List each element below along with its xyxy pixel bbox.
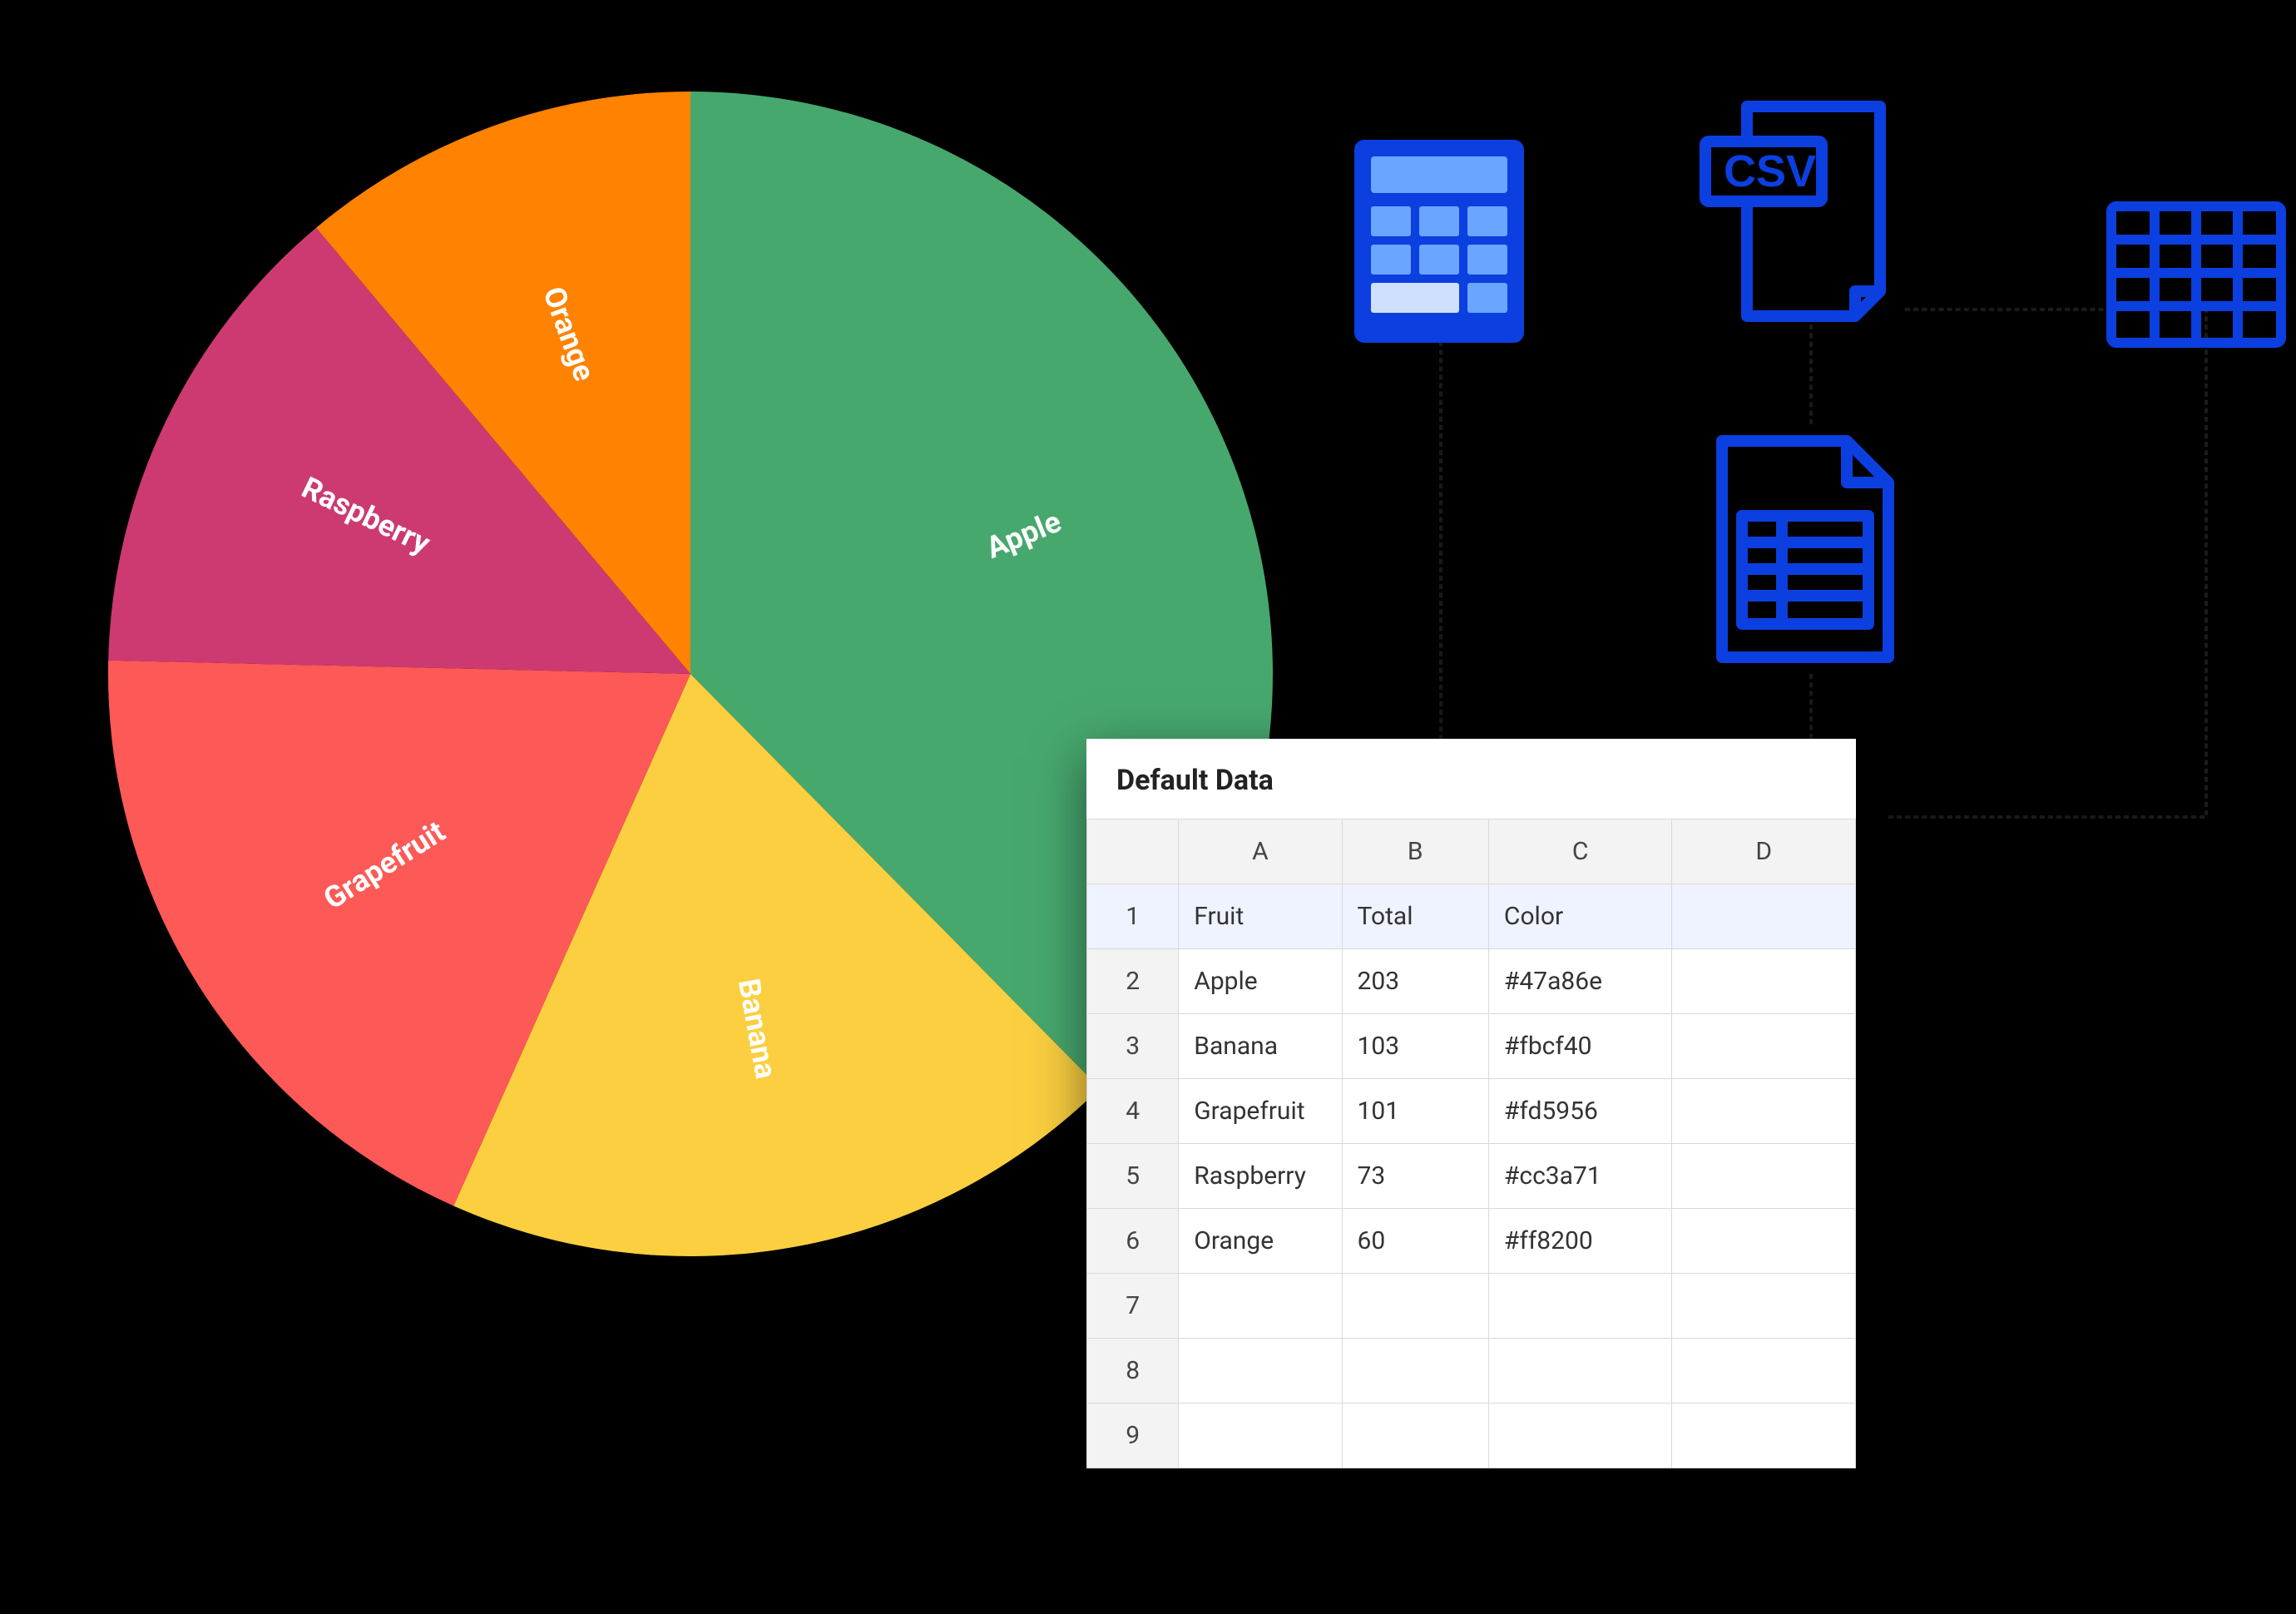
table-row[interactable]: 9: [1087, 1404, 1856, 1468]
cell[interactable]: [1342, 1404, 1488, 1468]
col-D[interactable]: D: [1672, 819, 1856, 884]
sheet-title: Default Data: [1086, 739, 1856, 819]
cell[interactable]: [1672, 1014, 1856, 1079]
document-table-icon: [1705, 424, 1905, 674]
grid-icon: [2105, 200, 2288, 349]
row-index[interactable]: 9: [1087, 1404, 1179, 1468]
cell[interactable]: [1672, 884, 1856, 949]
col-B[interactable]: B: [1342, 819, 1488, 884]
table-row[interactable]: 2Apple203#47a86e: [1087, 949, 1856, 1014]
column-header-row: A B C D: [1087, 819, 1856, 884]
cell[interactable]: [1672, 1079, 1856, 1144]
table-row[interactable]: 8: [1087, 1339, 1856, 1404]
cell[interactable]: #ff8200: [1488, 1209, 1672, 1274]
cell[interactable]: Banana: [1179, 1014, 1342, 1079]
cell[interactable]: #47a86e: [1488, 949, 1672, 1014]
table-row[interactable]: 7: [1087, 1274, 1856, 1339]
row-index[interactable]: 2: [1087, 949, 1179, 1014]
col-C[interactable]: C: [1488, 819, 1672, 884]
data-table[interactable]: A B C D 1FruitTotalColor2Apple203#47a86e…: [1086, 819, 1856, 1468]
row-index[interactable]: 4: [1087, 1079, 1179, 1144]
cell[interactable]: #fd5956: [1488, 1079, 1672, 1144]
cell[interactable]: [1179, 1274, 1342, 1339]
cell[interactable]: [1672, 1144, 1856, 1209]
row-index[interactable]: 8: [1087, 1339, 1179, 1404]
row-index[interactable]: 3: [1087, 1014, 1179, 1079]
calculator-icon: [1348, 133, 1531, 349]
cell[interactable]: [1672, 949, 1856, 1014]
cell[interactable]: #fbcf40: [1488, 1014, 1672, 1079]
cell[interactable]: 101: [1342, 1079, 1488, 1144]
svg-text:CSV: CSV: [1724, 146, 1816, 196]
row-index[interactable]: 6: [1087, 1209, 1179, 1274]
cell[interactable]: Grapefruit: [1179, 1079, 1342, 1144]
row-index[interactable]: 5: [1087, 1144, 1179, 1209]
cell[interactable]: [1179, 1339, 1342, 1404]
cell[interactable]: Raspberry: [1179, 1144, 1342, 1209]
row-index[interactable]: 1: [1087, 884, 1179, 949]
data-sheet[interactable]: Default Data A B C D 1FruitTotalColor2Ap…: [1086, 739, 1856, 1468]
cell[interactable]: [1342, 1339, 1488, 1404]
cell[interactable]: Orange: [1179, 1209, 1342, 1274]
cell[interactable]: [1488, 1404, 1672, 1468]
cell[interactable]: Color: [1488, 884, 1672, 949]
table-row[interactable]: 3Banana103#fbcf40: [1087, 1014, 1856, 1079]
cell[interactable]: 203: [1342, 949, 1488, 1014]
cell[interactable]: [1672, 1209, 1856, 1274]
cell[interactable]: Fruit: [1179, 884, 1342, 949]
col-A[interactable]: A: [1179, 819, 1342, 884]
cell[interactable]: [1672, 1339, 1856, 1404]
table-row[interactable]: 4Grapefruit101#fd5956: [1087, 1079, 1856, 1144]
table-row[interactable]: 1FruitTotalColor: [1087, 884, 1856, 949]
cell[interactable]: [1179, 1404, 1342, 1468]
cell[interactable]: Total: [1342, 884, 1488, 949]
table-row[interactable]: 6Orange60#ff8200: [1087, 1209, 1856, 1274]
cell[interactable]: 60: [1342, 1209, 1488, 1274]
cell[interactable]: [1342, 1274, 1488, 1339]
cell[interactable]: [1488, 1339, 1672, 1404]
cell[interactable]: Apple: [1179, 949, 1342, 1014]
corner-cell: [1087, 819, 1179, 884]
cell[interactable]: #cc3a71: [1488, 1144, 1672, 1209]
cell[interactable]: [1672, 1274, 1856, 1339]
cell[interactable]: 73: [1342, 1144, 1488, 1209]
source-icons-area: CSV: [1306, 75, 2288, 757]
row-index[interactable]: 7: [1087, 1274, 1179, 1339]
cell[interactable]: [1672, 1404, 1856, 1468]
cell[interactable]: 103: [1342, 1014, 1488, 1079]
table-row[interactable]: 5Raspberry73#cc3a71: [1087, 1144, 1856, 1209]
csv-file-icon: CSV: [1689, 92, 1905, 333]
cell[interactable]: [1488, 1274, 1672, 1339]
